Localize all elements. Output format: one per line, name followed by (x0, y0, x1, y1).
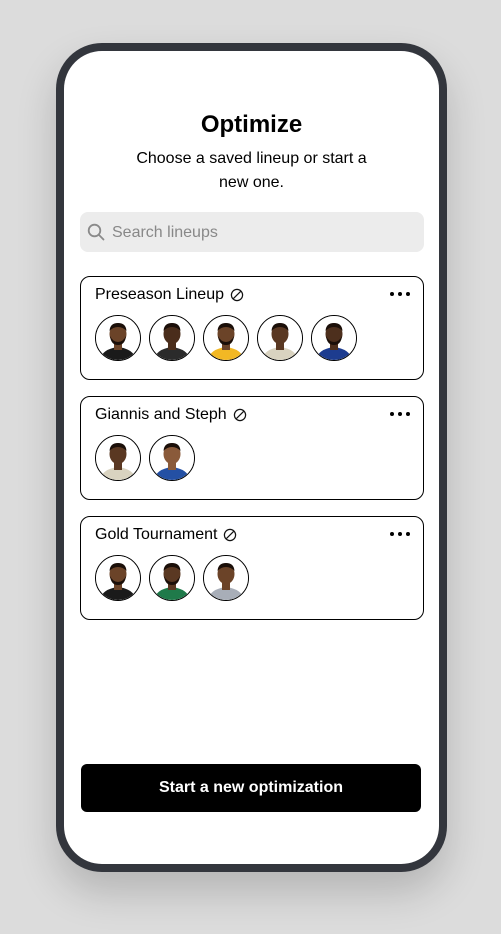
player-avatars (95, 315, 357, 361)
search-bar[interactable] (80, 212, 424, 254)
search-input[interactable] (110, 212, 414, 254)
lineup-card[interactable]: Giannis and Steph (80, 396, 424, 500)
player-avatars (95, 555, 249, 601)
page-title: Optimize (200, 111, 303, 138)
lineup-card[interactable]: Gold Tournament (80, 516, 424, 620)
player-avatar (149, 435, 195, 481)
player-avatar (95, 315, 141, 361)
more-horizontal-icon[interactable] (389, 527, 411, 541)
search-icon (87, 223, 105, 241)
lineup-name: Giannis and Steph (95, 406, 227, 423)
player-avatars (95, 435, 195, 481)
start-new-optimization-button[interactable]: Start a new optimization (81, 764, 421, 812)
page-subtitle: Choose a saved lineup or start a new one… (136, 150, 367, 191)
phone-frame: Optimize Choose a saved lineup or start … (56, 43, 447, 872)
more-horizontal-icon[interactable] (389, 287, 411, 301)
player-avatar (257, 315, 303, 361)
player-avatar (203, 315, 249, 361)
circle-slash-icon (230, 288, 244, 302)
player-avatar (149, 315, 195, 361)
circle-slash-icon (233, 408, 246, 422)
player-avatar (95, 435, 141, 481)
player-avatar (311, 315, 357, 361)
player-avatar (149, 555, 195, 601)
app-screen: Optimize Choose a saved lineup or start … (64, 51, 439, 864)
lineup-name: Gold Tournament (95, 526, 218, 543)
lineup-name: Preseason Lineup (95, 286, 224, 303)
more-horizontal-icon[interactable] (389, 407, 411, 421)
player-avatar (95, 555, 141, 601)
player-avatar (203, 555, 249, 601)
circle-slash-icon (224, 528, 237, 542)
lineup-card[interactable]: Preseason Lineup (80, 276, 424, 380)
